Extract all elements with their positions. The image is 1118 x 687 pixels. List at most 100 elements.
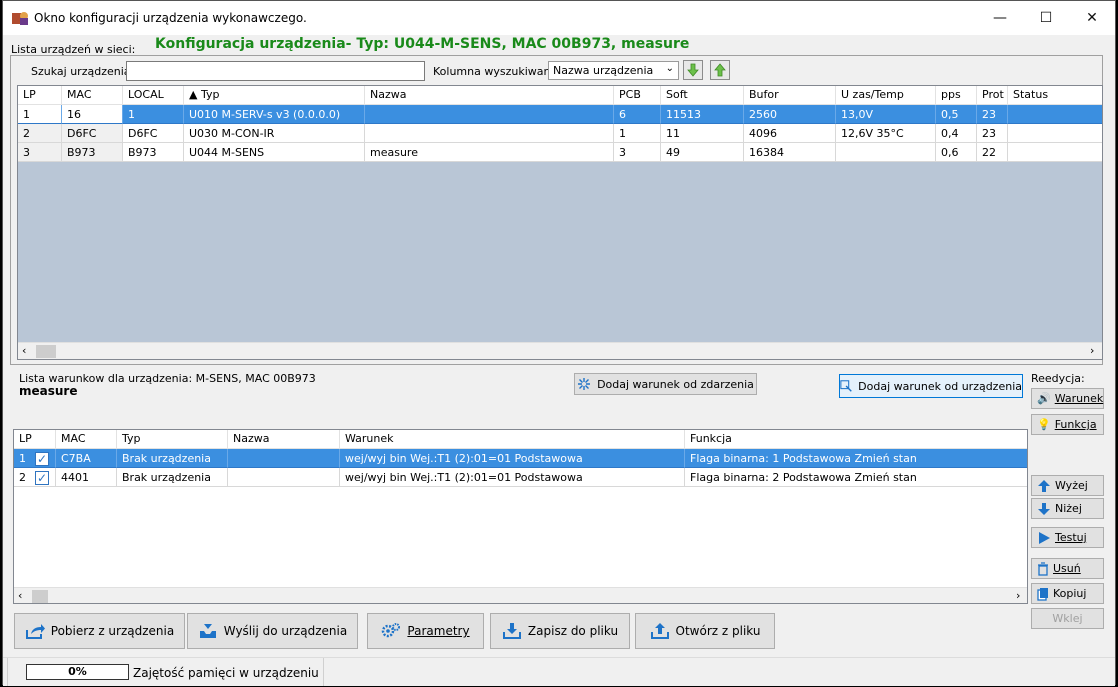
- column-header[interactable]: Funkcja: [685, 430, 1027, 449]
- column-header[interactable]: LP: [14, 430, 56, 449]
- table-cell: [365, 124, 614, 143]
- device-grid-hscrollbar[interactable]: ‹ ›: [18, 342, 1102, 359]
- edit-function-button[interactable]: 💡 Funkcja: [1031, 414, 1104, 435]
- arrow-down-icon: [687, 63, 699, 77]
- conditions-grid[interactable]: LP MAC Typ Nazwa Warunek Funkcja 1 ✓ C7BA Brak u…: [13, 429, 1028, 604]
- add-device-condition-button[interactable]: Dodaj warunek od urządzenia: [839, 374, 1023, 398]
- column-header[interactable]: Status: [1008, 86, 1102, 105]
- table-cell: D6FC: [123, 124, 184, 143]
- config-window: Okno konfiguracji urządzenia wykonawczeg…: [2, 0, 1116, 686]
- table-row[interactable]: 2 D6FC D6FC U030 M-CON-IR 1 11 4096 12,6V 35°C 0…: [18, 124, 1102, 143]
- copy-label: Kopiuj: [1053, 587, 1087, 600]
- scroll-left-icon[interactable]: ‹: [18, 589, 22, 602]
- table-row[interactable]: 1 ✓ C7BA Brak urządzenia wej/wyj bin Wej.:T1…: [14, 449, 1027, 468]
- bulb-icon: 💡: [1037, 418, 1051, 431]
- column-header[interactable]: U zas/Temp: [836, 86, 936, 105]
- save-to-file-button[interactable]: Zapisz do pliku: [490, 613, 630, 649]
- open-from-file-button[interactable]: Otwórz z pliku: [635, 613, 775, 649]
- paste-button[interactable]: Wklej: [1031, 608, 1104, 629]
- column-header[interactable]: LOCAL: [123, 86, 184, 105]
- delete-button[interactable]: Usuń: [1031, 558, 1104, 579]
- edit-function-label: Funkcja: [1054, 418, 1097, 431]
- send-to-device-button[interactable]: Wyślij do urządzenia: [187, 613, 358, 649]
- table-row[interactable]: 2 ✓ 4401 Brak urządzenia wej/wyj bin Wej.:T1…: [14, 468, 1027, 487]
- column-header[interactable]: Soft: [661, 86, 744, 105]
- column-header[interactable]: Warunek: [340, 430, 685, 449]
- gears-icon: [382, 623, 401, 638]
- row-number: 1: [19, 452, 26, 465]
- table-cell: Brak urządzenia: [117, 468, 228, 487]
- table-cell: 1: [123, 105, 184, 124]
- close-button[interactable]: ✕: [1069, 1, 1115, 35]
- device-grid-header: LP MAC LOCAL ▲ Typ Nazwa PCB Soft Bufor U zas/Te…: [18, 86, 1102, 105]
- column-header[interactable]: ▲ Typ: [184, 86, 365, 105]
- table-cell: 3: [18, 143, 62, 162]
- edit-condition-button[interactable]: 🔊 Warunek: [1031, 388, 1104, 409]
- status-divider: [323, 658, 324, 686]
- add-event-condition-button[interactable]: Dodaj warunek od zdarzenia: [574, 373, 757, 395]
- row-number: 2: [19, 471, 26, 484]
- table-cell: 0,5: [936, 105, 977, 124]
- enabled-checkbox[interactable]: ✓: [35, 471, 49, 485]
- column-header[interactable]: MAC: [56, 430, 117, 449]
- minimize-button[interactable]: —: [977, 1, 1023, 35]
- table-cell: [1008, 124, 1102, 143]
- table-cell: B973: [62, 143, 123, 162]
- table-cell: 12,6V 35°C: [836, 124, 936, 143]
- scroll-right-icon[interactable]: ›: [1016, 589, 1020, 602]
- column-header[interactable]: pps: [936, 86, 977, 105]
- app-icon: [12, 12, 28, 25]
- table-cell: 6: [614, 105, 661, 124]
- table-cell: B973: [123, 143, 184, 162]
- search-column-value: Nazwa urządzenia: [553, 64, 654, 77]
- column-header[interactable]: Bufor: [744, 86, 836, 105]
- conditions-grid-hscrollbar[interactable]: ‹ ›: [14, 587, 1027, 603]
- enabled-checkbox[interactable]: ✓: [35, 452, 49, 466]
- table-cell: 16: [62, 105, 123, 124]
- column-header[interactable]: Typ: [117, 430, 228, 449]
- download-icon: [502, 623, 521, 639]
- window-title: Okno konfiguracji urządzenia wykonawczeg…: [34, 11, 307, 25]
- table-cell: [1008, 105, 1102, 124]
- column-header[interactable]: Prot: [977, 86, 1008, 105]
- tray-send-icon: [199, 624, 216, 638]
- table-cell: 1: [614, 124, 661, 143]
- copy-button[interactable]: Kopiuj: [1031, 583, 1104, 604]
- search-column-select[interactable]: Nazwa urządzenia ⌄: [548, 61, 679, 80]
- send-to-device-label: Wyślij do urządzenia: [223, 624, 348, 638]
- add-event-condition-label: Dodaj warunek od zdarzenia: [597, 377, 754, 391]
- status-divider: [7, 658, 8, 686]
- column-header[interactable]: LP: [18, 86, 62, 105]
- table-cell: 49: [661, 143, 744, 162]
- table-cell: Flaga binarna: 2 Podstawowa Zmień stan: [685, 468, 1027, 487]
- scroll-thumb[interactable]: [32, 590, 48, 603]
- search-input[interactable]: [126, 61, 425, 81]
- table-cell: 22: [977, 143, 1008, 162]
- column-header[interactable]: Nazwa: [228, 430, 340, 449]
- table-cell: 4096: [744, 124, 836, 143]
- device-grid[interactable]: LP MAC LOCAL ▲ Typ Nazwa PCB Soft Bufor U zas/Te…: [17, 85, 1103, 360]
- move-down-button[interactable]: Niżej: [1031, 498, 1104, 519]
- arrow-down-icon: [1038, 502, 1050, 515]
- column-header[interactable]: MAC: [62, 86, 123, 105]
- scroll-left-icon[interactable]: ‹: [22, 344, 26, 357]
- search-down-button[interactable]: [683, 60, 703, 80]
- scroll-thumb[interactable]: [36, 345, 56, 358]
- status-bar: 0% Zajętość pamięci w urządzeniu: [3, 657, 1115, 686]
- download-from-device-button[interactable]: Pobierz z urządzenia: [14, 613, 185, 649]
- search-up-button[interactable]: [710, 60, 730, 80]
- move-up-button[interactable]: Wyżej: [1031, 475, 1104, 496]
- parameters-button[interactable]: Parametry: [367, 613, 484, 649]
- maximize-button[interactable]: ☐: [1023, 1, 1069, 35]
- table-cell: 1 ✓: [14, 449, 56, 468]
- table-cell: Brak urządzenia: [117, 449, 228, 468]
- scroll-right-icon[interactable]: ›: [1090, 344, 1094, 357]
- ear-icon: 🔊: [1037, 392, 1051, 405]
- column-header[interactable]: Nazwa: [365, 86, 614, 105]
- table-row[interactable]: 1 16 1 U010 M-SERV-s v3 (0.0.0.0) 6 11513 2560…: [18, 105, 1102, 124]
- add-device-condition-label: Dodaj warunek od urządzenia: [858, 379, 1022, 393]
- table-cell: 0,6: [936, 143, 977, 162]
- column-header[interactable]: PCB: [614, 86, 661, 105]
- table-row[interactable]: 3 B973 B973 U044 M-SENS measure 3 49 16384 0,6 22: [18, 143, 1102, 162]
- test-button[interactable]: Testuj: [1031, 527, 1104, 548]
